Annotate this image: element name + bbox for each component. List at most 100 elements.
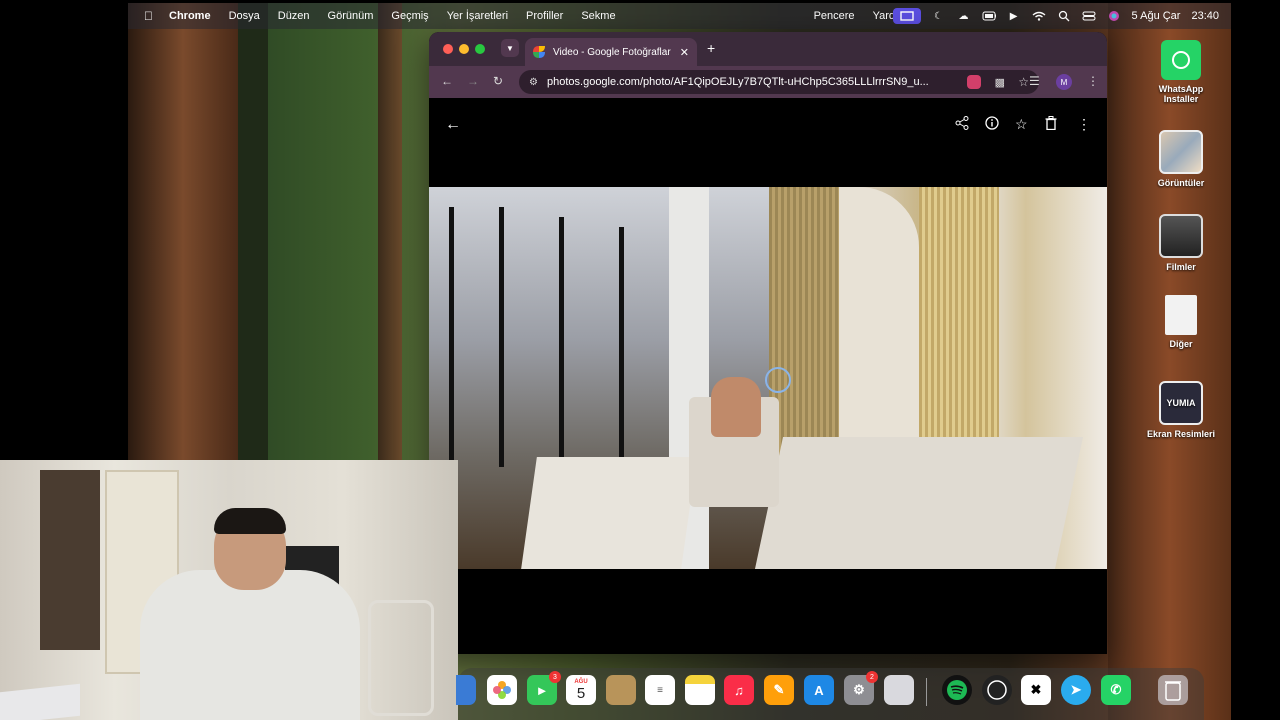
desktop-item-movies[interactable]: Filmler — [1141, 214, 1221, 272]
wifi-icon[interactable] — [1032, 10, 1046, 22]
chrome-window: ▼ Video - Google Fotoğraflar ✕ + ← → ↻ ⚙… — [429, 32, 1107, 654]
door-frame — [619, 227, 624, 457]
info-icon[interactable] — [985, 116, 999, 133]
desktop-item-label: Filmler — [1166, 262, 1196, 272]
desktop-item-label: Görüntüler — [1157, 178, 1205, 188]
contacts-icon[interactable] — [606, 675, 636, 705]
extension-icon[interactable] — [967, 75, 981, 89]
whatsapp-icon — [1161, 40, 1201, 80]
calendar-day: 5 — [576, 684, 586, 702]
app-store-icon[interactable]: A — [804, 675, 834, 705]
favorite-star-icon[interactable]: ☆ — [1015, 116, 1028, 133]
more-options-icon[interactable]: ⋮ — [1077, 116, 1091, 133]
menu-item-window[interactable]: Pencere — [814, 10, 855, 22]
menu-time[interactable]: 23:40 — [1191, 10, 1219, 22]
desktop-item-images[interactable]: Görüntüler — [1141, 130, 1221, 188]
music-icon[interactable]: ♫ — [724, 675, 754, 705]
cast-icon[interactable]: ▩ — [995, 76, 1005, 89]
google-photos-icon — [533, 46, 545, 58]
profile-avatar[interactable]: M — [1056, 74, 1072, 90]
photo-image[interactable] — [429, 187, 1107, 569]
reload-icon[interactable]: ↻ — [493, 74, 503, 88]
tab-bar: ▼ Video - Google Fotoğraflar ✕ + — [429, 32, 1107, 66]
menu-bar:  Chrome Dosya Düzen Görünüm Geçmiş Yer … — [128, 3, 1231, 29]
menu-item-bookmarks[interactable]: Yer İşaretleri — [447, 10, 508, 22]
maps-icon[interactable] — [456, 675, 476, 705]
new-tab-icon[interactable]: + — [707, 40, 715, 56]
movie-thumbnail-icon — [1159, 214, 1203, 258]
tab-title: Video - Google Fotoğraflar — [553, 46, 671, 58]
play-circle-icon[interactable]: ▶ — [1007, 10, 1021, 22]
apple-icon[interactable]:  — [144, 9, 153, 23]
tab-google-photos[interactable]: Video - Google Fotoğraflar ✕ — [525, 38, 697, 66]
dock-divider — [926, 678, 927, 706]
media-control-icon[interactable]: ☰ — [1029, 74, 1040, 88]
obs-icon[interactable] — [982, 675, 1012, 705]
delete-icon[interactable] — [1045, 116, 1057, 133]
forward-arrow-icon[interactable]: → — [467, 74, 479, 88]
system-settings-icon[interactable]: ⚙ 2 — [844, 671, 878, 705]
iphone-mirroring-icon[interactable] — [884, 675, 914, 705]
minimize-window-button[interactable] — [459, 44, 469, 54]
siri-icon[interactable] — [1107, 10, 1121, 22]
document-icon — [1165, 295, 1197, 335]
door-frame — [449, 207, 454, 487]
menu-item-edit[interactable]: Düzen — [278, 10, 310, 22]
site-info-icon[interactable]: ⚙ — [529, 77, 538, 88]
close-window-button[interactable] — [443, 44, 453, 54]
lounger — [521, 457, 697, 569]
control-center-icon[interactable] — [1082, 10, 1096, 22]
search-icon[interactable] — [1057, 10, 1071, 22]
dock: ► 3 AĞU 5 ≡ ♫ ✎ A ⚙ 2 ✖ ➤ ✆ — [456, 668, 1204, 720]
calendar-icon[interactable]: AĞU 5 — [566, 675, 596, 705]
image-folder-icon — [1159, 130, 1203, 174]
capcut-icon[interactable]: ✖ — [1021, 675, 1051, 705]
desktop-item-whatsapp-installer[interactable]: WhatsApp Installer — [1141, 40, 1221, 104]
back-arrow-icon[interactable]: ← — [445, 116, 461, 134]
reminders-icon[interactable]: ≡ — [645, 675, 675, 705]
photos-icon[interactable] — [487, 675, 517, 705]
menu-date[interactable]: 5 Ağu Çar — [1132, 10, 1181, 22]
telegram-icon[interactable]: ➤ — [1061, 675, 1091, 705]
webcam-overlay — [0, 460, 458, 720]
menu-item-file[interactable]: Dosya — [229, 10, 260, 22]
desktop-item-label: WhatsApp Installer — [1158, 84, 1204, 104]
desktop-item-screenshots[interactable]: YUMIA Ekran Resimleri — [1141, 381, 1221, 439]
whatsapp-dock-icon[interactable]: ✆ — [1101, 675, 1131, 705]
tree-trunk — [1108, 3, 1231, 720]
desktop-item-label: Diğer — [1169, 339, 1193, 349]
back-arrow-icon[interactable]: ← — [441, 74, 453, 88]
browser-toolbar: ← → ↻ ⚙ photos.google.com/photo/AF1QipOE… — [429, 66, 1107, 98]
tab-search-chevron-icon[interactable]: ▼ — [501, 39, 519, 57]
more-menu-icon[interactable]: ⋮ — [1087, 74, 1099, 88]
screen-record-icon[interactable] — [892, 8, 921, 24]
spotify-icon[interactable] — [942, 675, 972, 705]
menu-app-name[interactable]: Chrome — [169, 10, 211, 22]
url-text[interactable]: photos.google.com/photo/AF1QipOEJLy7B7QT… — [547, 76, 937, 88]
lounger — [754, 437, 1084, 569]
menu-item-profiles[interactable]: Profiller — [526, 10, 563, 22]
address-bar[interactable]: ⚙ photos.google.com/photo/AF1QipOEJLy7B7… — [519, 70, 1039, 94]
bookmark-star-icon[interactable]: ☆ — [1018, 75, 1029, 89]
menu-item-tab[interactable]: Sekme — [581, 10, 615, 22]
photo-viewer: ← ☆ ⋮ — [429, 98, 1107, 654]
notes-icon[interactable] — [685, 675, 715, 705]
person-hair — [214, 508, 286, 534]
door-frame — [499, 207, 504, 467]
menu-item-view[interactable]: Görünüm — [328, 10, 374, 22]
share-icon[interactable] — [955, 116, 969, 133]
maximize-window-button[interactable] — [475, 44, 485, 54]
status-area: ☾ ☁ ▶ 5 Ağu Çar 23:40 — [892, 3, 1219, 29]
cloud-icon[interactable]: ☁ — [957, 10, 971, 22]
door-frame — [559, 217, 564, 467]
doorway — [40, 470, 100, 650]
pages-icon[interactable]: ✎ — [764, 675, 794, 705]
desktop-item-other[interactable]: Diğer — [1141, 295, 1221, 349]
battery-icon[interactable] — [982, 10, 996, 22]
moon-icon[interactable]: ☾ — [932, 10, 946, 22]
settings-badge: 2 — [866, 671, 878, 683]
close-tab-icon[interactable]: ✕ — [680, 46, 689, 59]
facetime-icon[interactable]: ► 3 — [527, 671, 561, 705]
trash-icon[interactable] — [1158, 675, 1188, 705]
menu-item-history[interactable]: Geçmiş — [391, 10, 428, 22]
